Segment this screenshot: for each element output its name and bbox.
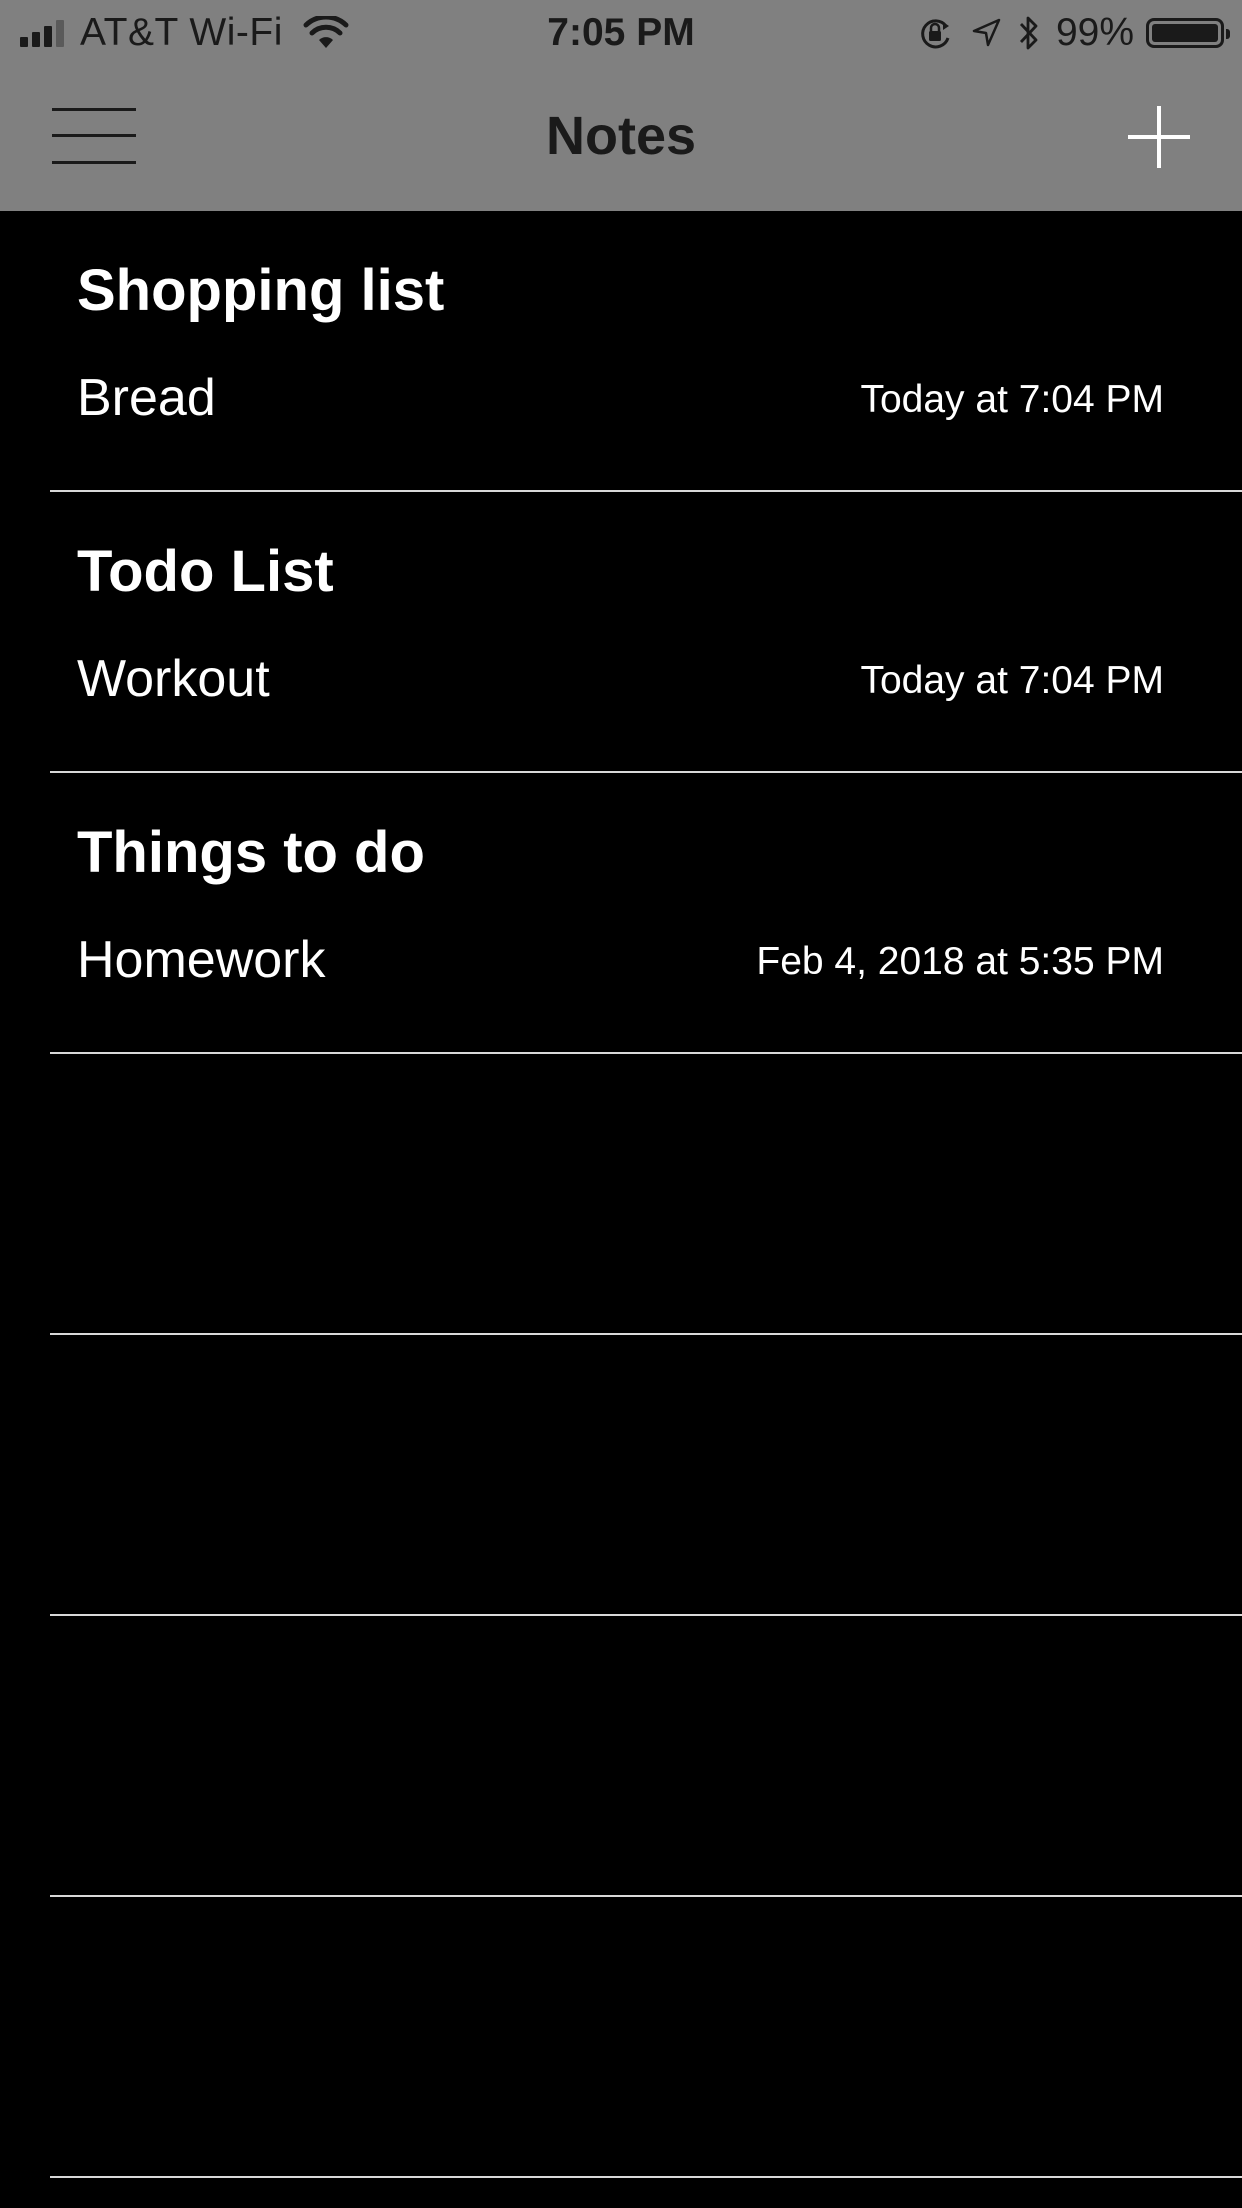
note-preview: Homework (77, 931, 326, 989)
note-title: Things to do (77, 820, 425, 885)
location-arrow-icon (970, 17, 1002, 49)
notes-screen: AT&T Wi-Fi 7:05 PM 99% Notes Shopping li… (0, 0, 1242, 2208)
note-row-things-to-do[interactable]: Things to do Homework Feb 4, 2018 at 5:3… (0, 773, 1242, 1054)
note-row-todo-list[interactable]: Todo List Workout Today at 7:04 PM (0, 492, 1242, 773)
plus-icon[interactable] (1128, 106, 1190, 168)
battery-icon (1146, 18, 1230, 48)
battery-percent: 99% (1055, 11, 1134, 54)
status-right: 99% (916, 10, 1230, 56)
empty-row (0, 1054, 1242, 1335)
notes-list: Shopping list Bread Today at 7:04 PM Tod… (0, 211, 1242, 2178)
empty-row (0, 1616, 1242, 1897)
note-title: Todo List (77, 539, 334, 604)
note-date: Today at 7:04 PM (860, 378, 1164, 421)
page-title: Notes (545, 106, 697, 166)
note-title: Shopping list (77, 258, 445, 323)
battery-nub (1226, 29, 1230, 39)
empty-row (0, 1897, 1242, 2178)
note-date: Today at 7:04 PM (860, 659, 1164, 702)
note-date: Feb 4, 2018 at 5:35 PM (756, 940, 1164, 983)
bluetooth-icon (1018, 14, 1040, 52)
orientation-lock-icon (916, 14, 954, 52)
battery-fill (1152, 24, 1218, 42)
status-bar: AT&T Wi-Fi 7:05 PM 99% (0, 0, 1242, 66)
navigation-bar: Notes (0, 66, 1242, 211)
empty-row (0, 1335, 1242, 1616)
row-divider (50, 2176, 1242, 2178)
note-preview: Workout (77, 650, 270, 708)
note-row-shopping-list[interactable]: Shopping list Bread Today at 7:04 PM (0, 211, 1242, 492)
note-preview: Bread (77, 369, 216, 427)
